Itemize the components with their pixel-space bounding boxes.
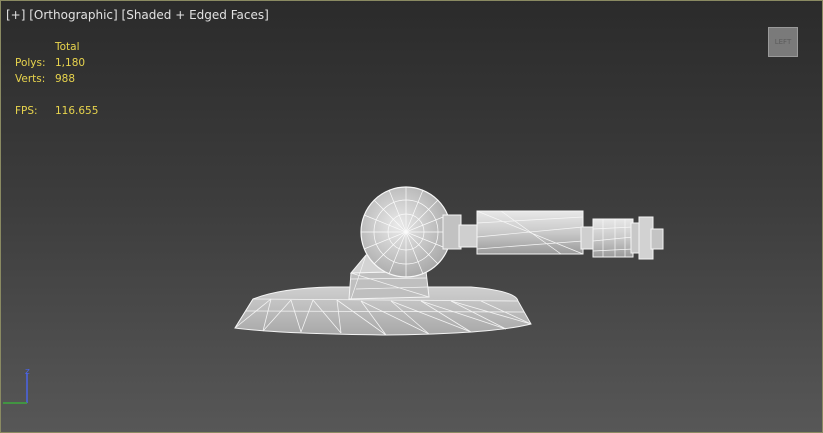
- axis-gizmo: [3, 373, 28, 404]
- axis-z-label: z: [25, 367, 30, 377]
- model-sphere-mount: [360, 186, 452, 278]
- viewport[interactable]: [+] [Orthographic] [Shaded + Edged Faces…: [0, 0, 823, 433]
- model-barrel: [442, 210, 664, 260]
- cannon-model[interactable]: [1, 1, 822, 432]
